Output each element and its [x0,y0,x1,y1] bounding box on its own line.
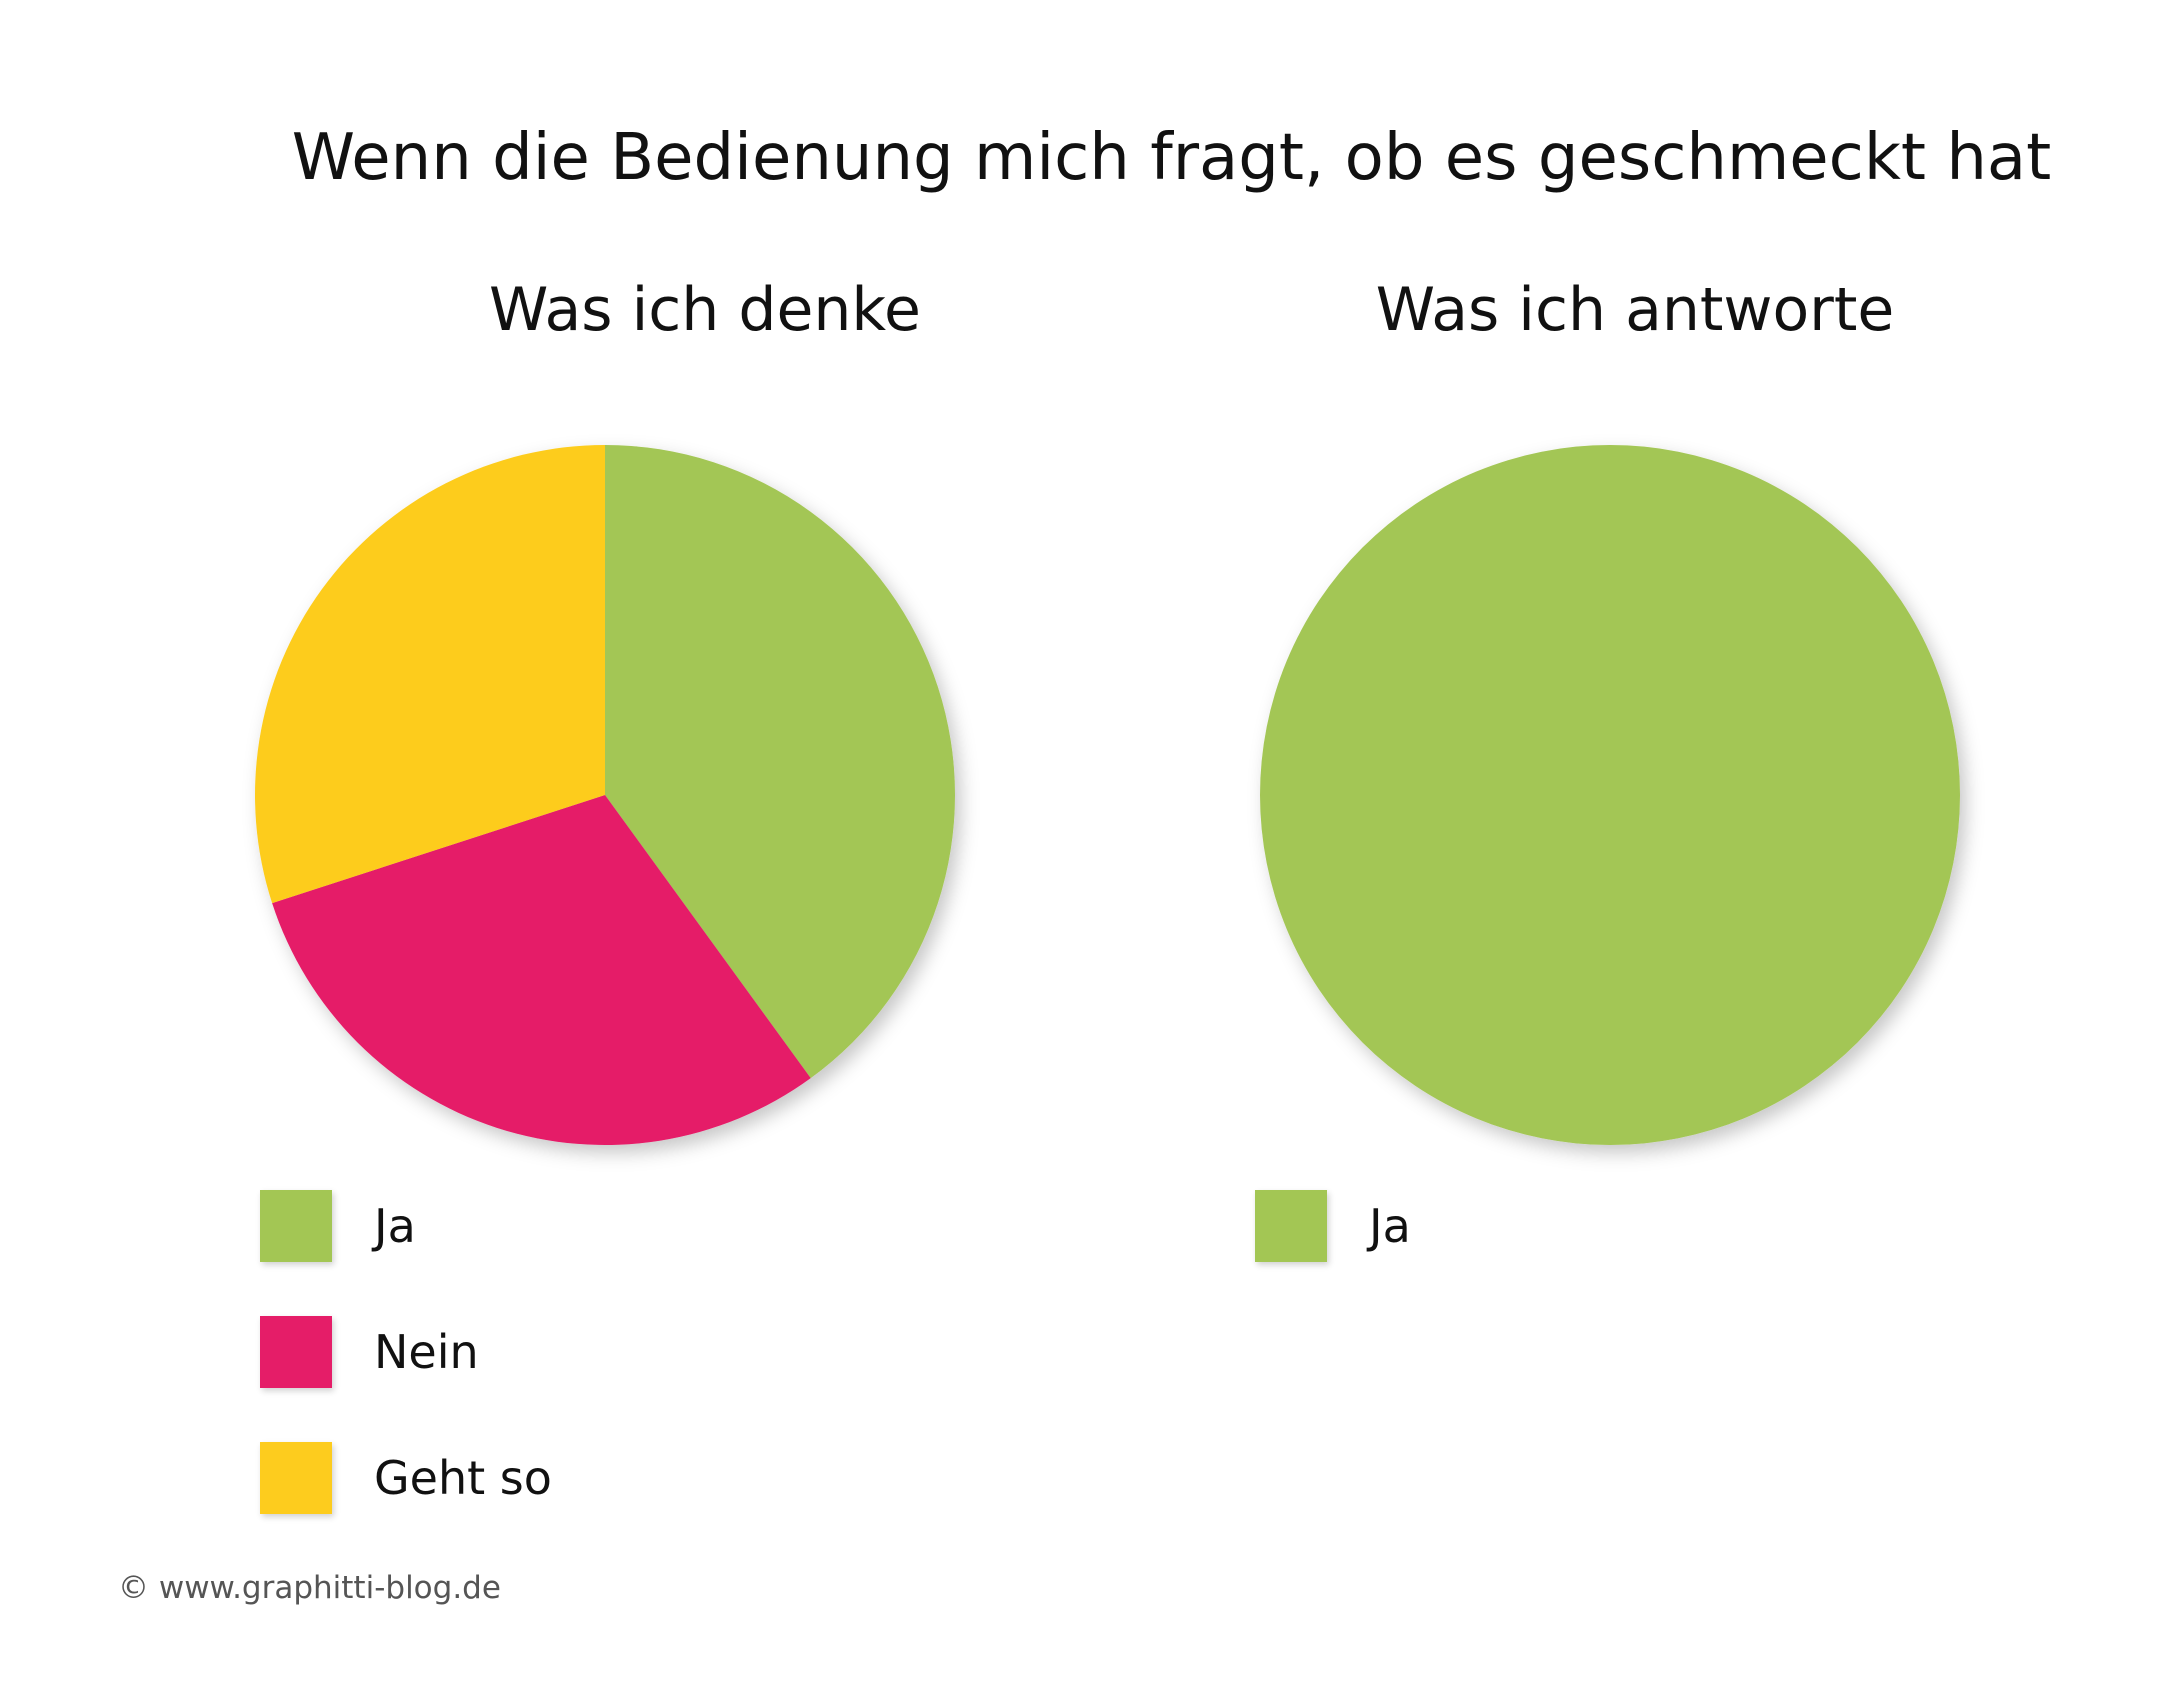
legend-item-ja: Ja [1255,1190,1411,1262]
legend-label-geht-so: Geht so [374,1451,552,1505]
pie-slices [254,445,955,1145]
legend-thinking: Ja Nein Geht so [260,1190,552,1568]
legend-label-ja: Ja [374,1199,416,1253]
pie-slice-ja [1260,445,1960,1145]
legend-item-nein: Nein [260,1316,552,1388]
legend-swatch-geht-so [260,1442,332,1514]
chart-panel-answer: Was ich antworte Ja [1105,270,2105,1570]
chart-title-answer: Was ich antworte [1375,275,1895,345]
legend-item-ja: Ja [260,1190,552,1262]
legend-label-ja: Ja [1369,1199,1411,1253]
main-title: Wenn die Bedienung mich fragt, ob es ges… [291,121,2052,195]
pie-chart-answer [1260,445,1960,1145]
legend-swatch-ja [1255,1190,1327,1262]
pie-slices [1260,445,1960,1145]
legend-label-nein: Nein [374,1325,479,1379]
copyright-credit: © www.graphitti-blog.de [118,1570,501,1606]
chart-title-thinking: Was ich denke [489,275,921,345]
legend-answer: Ja [1255,1190,1411,1316]
legend-swatch-nein [260,1316,332,1388]
legend-swatch-ja [260,1190,332,1262]
chart-panel-thinking: Was ich denke Ja Nein Geht so [105,270,1105,1570]
legend-item-geht-so: Geht so [260,1442,552,1514]
pie-chart-thinking [254,445,955,1145]
